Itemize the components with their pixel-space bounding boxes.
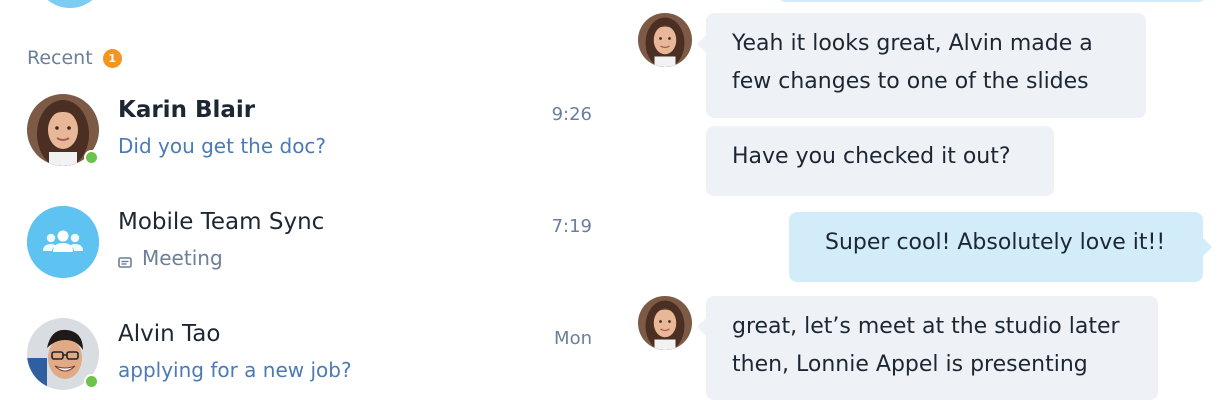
conversation-time: Mon xyxy=(554,328,592,349)
message-text-line: few changes to one of the slides xyxy=(732,69,1089,94)
conversation-item-alvin-tao[interactable]: Alvin Tao applying for a new job? Mon xyxy=(0,318,610,400)
message-text-line: great, let’s meet at the studio later xyxy=(732,314,1120,339)
message-text-line: Yeah it looks great, Alvin made a xyxy=(732,31,1093,56)
incoming-message-bubble[interactable]: Yeah it looks great, Alvin made a few ch… xyxy=(697,13,1146,118)
message-text-line: then, Lonnie Appel is presenting xyxy=(732,352,1088,377)
group-icon xyxy=(27,206,99,278)
previous-message-bubble xyxy=(778,0,1206,2)
conversation-time: 7:19 xyxy=(551,216,592,237)
recent-section-header: Recent 1 xyxy=(27,47,122,69)
preview-text: Meeting xyxy=(142,246,223,270)
recent-label: Recent xyxy=(27,47,93,69)
incoming-message-bubble[interactable]: great, let’s meet at the studio later th… xyxy=(697,296,1158,400)
online-status-dot xyxy=(84,374,99,389)
skype-window: Recent 1 Karin Blair Did you get the doc… xyxy=(0,0,1230,400)
profile-avatar[interactable] xyxy=(35,0,105,8)
sender-avatar-icon xyxy=(638,296,692,350)
conversation-item-karin-blair[interactable]: Karin Blair Did you get the doc? 9:26 xyxy=(0,94,610,194)
message-text-line: Super cool! Absolutely love it!! xyxy=(825,230,1166,255)
chat-pane: Yeah it looks great, Alvin made a few ch… xyxy=(610,0,1230,400)
conversation-item-mobile-team-sync[interactable]: Mobile Team Sync Meeting 7:19 xyxy=(0,206,610,306)
conversation-preview: Did you get the doc? xyxy=(118,134,326,158)
sender-avatar-icon xyxy=(638,13,692,67)
conversation-name: Alvin Tao xyxy=(118,321,221,347)
unread-badge: 1 xyxy=(102,48,122,68)
incoming-message-bubble[interactable]: Have you checked it out? xyxy=(706,126,1054,196)
conversation-time: 9:26 xyxy=(551,104,592,125)
preview-text: Did you get the doc? xyxy=(118,134,327,158)
outgoing-message-bubble[interactable]: Super cool! Absolutely love it!! xyxy=(789,212,1212,282)
message-text-line: Have you checked it out? xyxy=(732,144,1011,169)
conversation-name: Mobile Team Sync xyxy=(118,209,325,235)
online-status-dot xyxy=(84,150,99,165)
conversation-list: Recent 1 Karin Blair Did you get the doc… xyxy=(0,0,610,400)
conversation-preview: applying for a new job? xyxy=(118,358,352,382)
meeting-icon xyxy=(118,251,134,268)
conversation-preview: Meeting xyxy=(118,246,223,270)
conversation-name: Karin Blair xyxy=(118,97,256,123)
preview-text: applying for a new job? xyxy=(118,358,352,382)
